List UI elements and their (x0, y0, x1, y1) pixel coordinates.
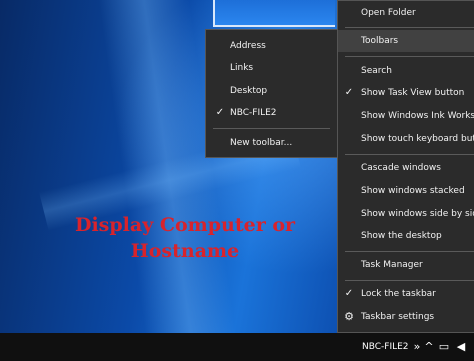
submenu-item-label: New toolbar... (230, 138, 293, 148)
menu-item-toolbars[interactable]: Toolbars (338, 30, 474, 52)
menu-item-label: Task Manager (361, 260, 423, 270)
taskbar-toolbar-nbc-file2[interactable]: NBC-FILE2 (362, 333, 409, 361)
menu-item-label: Open Folder (361, 8, 416, 18)
gear-icon: ⚙ (344, 310, 354, 323)
menu-item-search[interactable]: Search (338, 60, 474, 82)
menu-item-label: Show the desktop (361, 231, 442, 241)
submenu-item-new-toolbar[interactable]: New toolbar... (206, 132, 337, 154)
menu-item-label: Lock the taskbar (361, 289, 436, 299)
menu-item-show-windows-side-by-side[interactable]: Show windows side by side (338, 203, 474, 225)
submenu-item-nbc-file2[interactable]: ✓ NBC-FILE2 (206, 102, 337, 124)
menu-item-label: Show Task View button (361, 88, 465, 98)
menu-divider (345, 27, 474, 28)
menu-item-label: Cascade windows (361, 163, 441, 173)
menu-divider (345, 251, 474, 252)
taskbar[interactable]: NBC-FILE2 » ^ ▭ ◀ (0, 333, 474, 361)
menu-item-show-touch-keyboard-button[interactable]: Show touch keyboard button (338, 128, 474, 150)
caption-line-1: Display Computer or (74, 214, 296, 236)
menu-item-label: Taskbar settings (361, 312, 435, 322)
caption-line-2: Hostname (130, 240, 240, 262)
submenu-item-label: Address (230, 41, 266, 51)
checkmark-icon: ✓ (344, 87, 354, 98)
checkmark-icon: ✓ (215, 107, 225, 118)
toolbar-overflow-icon[interactable]: » (412, 333, 422, 361)
submenu-item-label: Links (230, 63, 254, 73)
tray-chevron-icon[interactable]: ^ (423, 333, 435, 361)
menu-item-label: Show Windows Ink Workspace button (361, 111, 474, 121)
menu-item-show-windows-ink-workspace-button[interactable]: Show Windows Ink Workspace button (338, 105, 474, 127)
menu-item-show-the-desktop[interactable]: Show the desktop (338, 225, 474, 247)
menu-divider (345, 154, 474, 155)
network-icon[interactable]: ▭ (437, 333, 451, 361)
toolbars-submenu: Address Links Desktop ✓ NBC-FILE2 New to… (205, 29, 338, 158)
submenu-item-links[interactable]: Links (206, 57, 337, 79)
overlay-caption: Display Computer or Hostname (60, 212, 310, 264)
menu-item-label: Show windows side by side (361, 209, 474, 219)
wallpaper-window-pane (213, 0, 335, 27)
menu-divider (345, 56, 474, 57)
submenu-item-address[interactable]: Address (206, 35, 337, 57)
menu-item-open-folder[interactable]: Open Folder (338, 2, 474, 24)
taskbar-context-menu: Open Folder Toolbars Search ✓ Show Task … (337, 0, 474, 333)
menu-item-label: Search (361, 66, 392, 76)
menu-item-cascade-windows[interactable]: Cascade windows (338, 157, 474, 179)
volume-icon[interactable]: ◀ (454, 333, 468, 361)
menu-divider (213, 128, 330, 129)
checkmark-icon: ✓ (344, 288, 354, 299)
menu-item-show-windows-stacked[interactable]: Show windows stacked (338, 180, 474, 202)
menu-item-label: Show touch keyboard button (361, 134, 474, 144)
menu-item-lock-the-taskbar[interactable]: ✓ Lock the taskbar (338, 283, 474, 305)
submenu-item-desktop[interactable]: Desktop (206, 80, 337, 102)
menu-item-taskbar-settings[interactable]: ⚙ Taskbar settings (338, 306, 474, 328)
submenu-item-label: NBC-FILE2 (230, 108, 277, 118)
menu-item-task-manager[interactable]: Task Manager (338, 254, 474, 276)
submenu-item-label: Desktop (230, 86, 268, 96)
menu-divider (345, 280, 474, 281)
menu-item-label: Show windows stacked (361, 186, 465, 196)
menu-item-show-task-view-button[interactable]: ✓ Show Task View button (338, 82, 474, 104)
menu-item-label: Toolbars (361, 36, 399, 46)
